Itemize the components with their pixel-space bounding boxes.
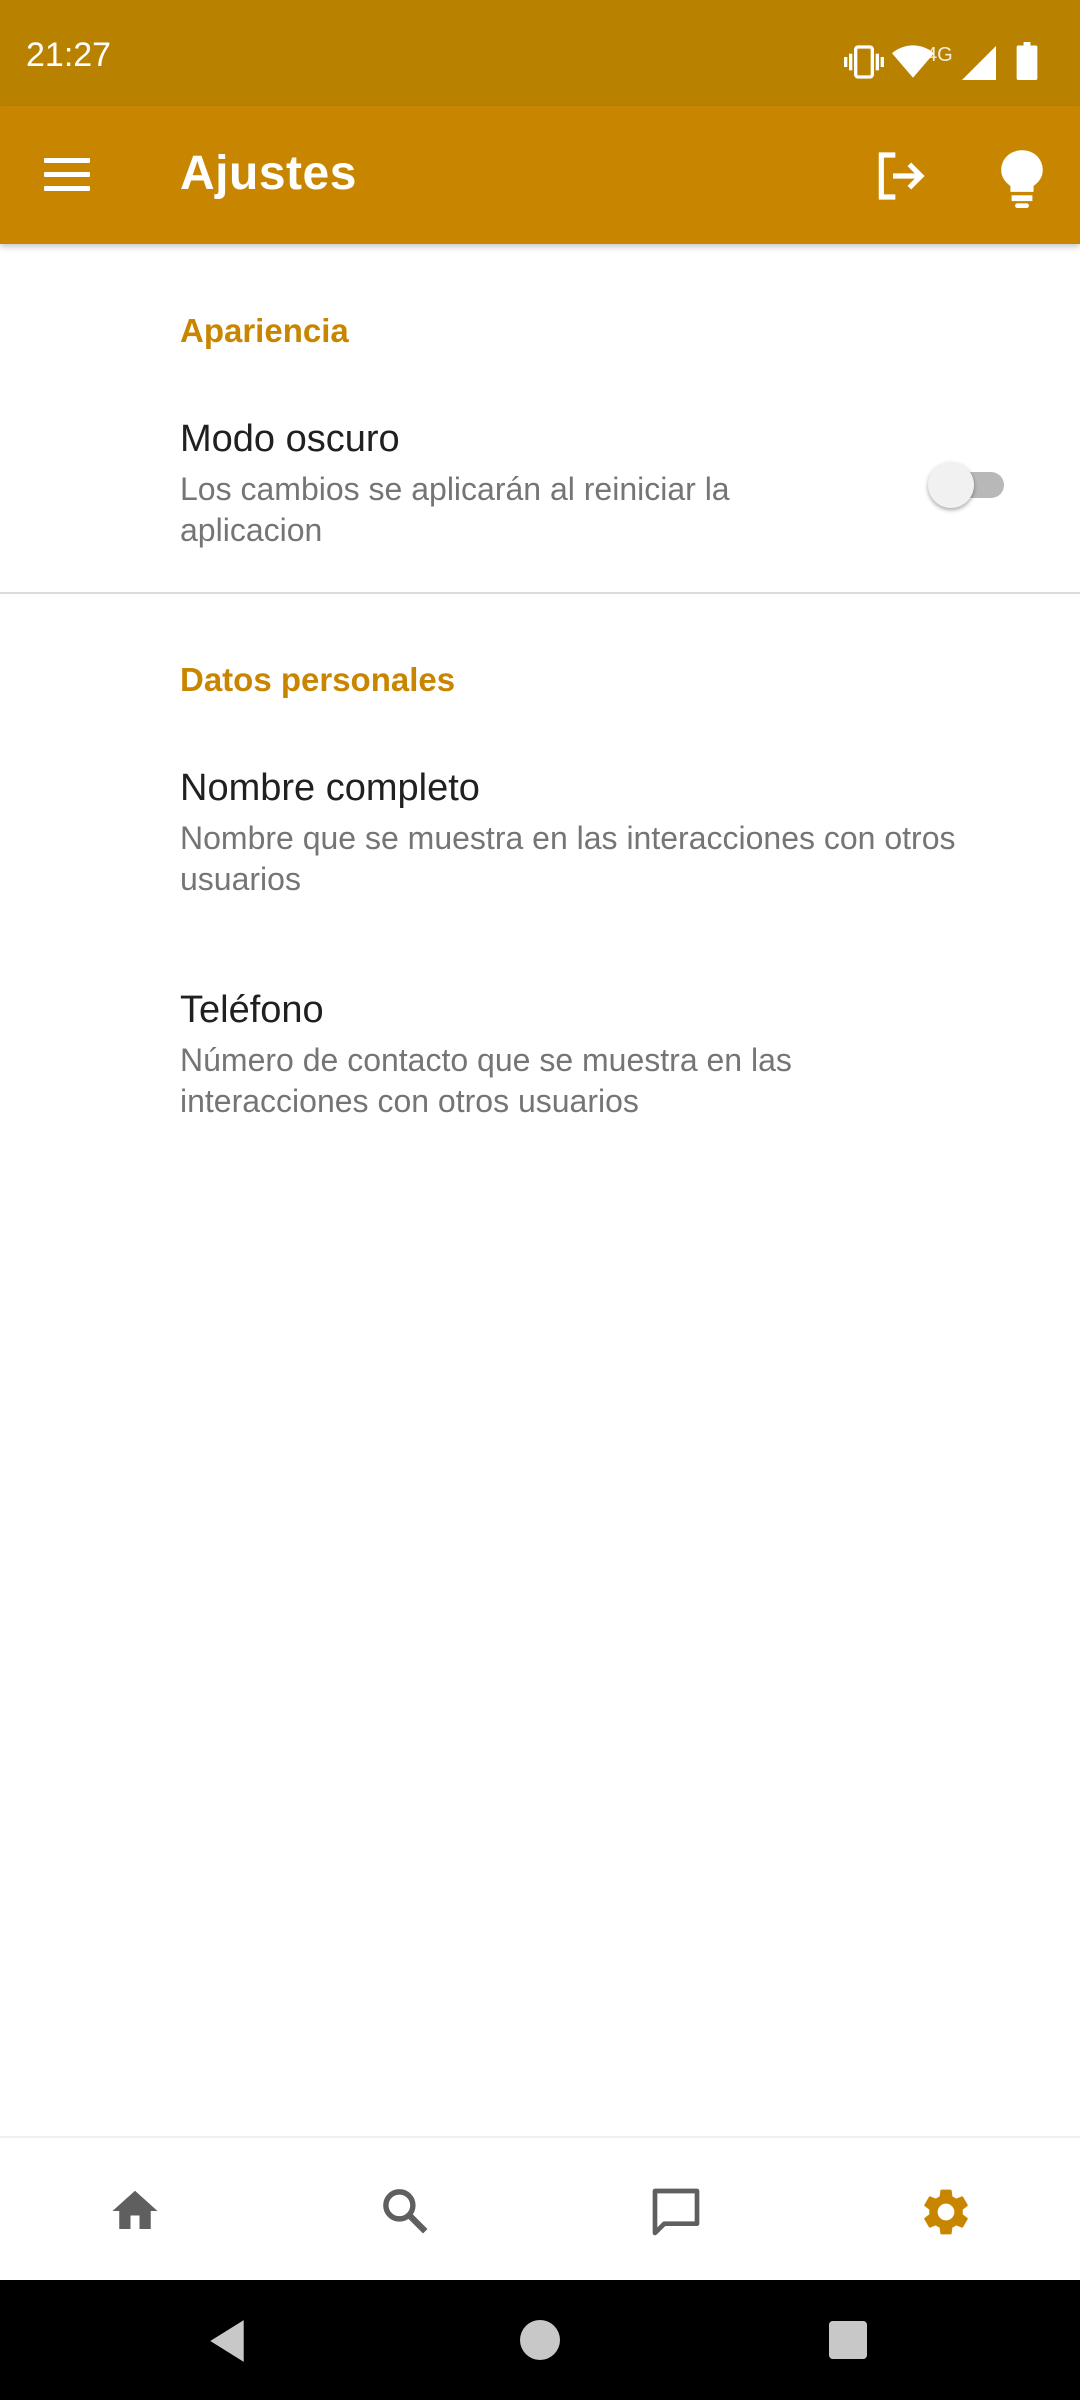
chat-icon [652,2188,700,2236]
phone-title: Teléfono [180,989,324,1031]
section-title-appearance: Apariencia [180,312,349,349]
nav-search[interactable] [270,2138,540,2282]
status-icons: 4G [820,0,1080,106]
status-bar: 21:27 4G [0,0,1080,106]
app-bar: Ajustes [0,106,1080,244]
dark-mode-summary: Los cambios se aplicarán al reiniciar la… [180,471,730,548]
home-icon [112,2190,158,2229]
toggle-thumb [928,462,974,508]
page-title: Ajustes [180,147,357,200]
nav-settings[interactable] [810,2138,1080,2282]
search-icon [383,2189,428,2234]
logout-icon[interactable] [872,148,928,204]
nav-home[interactable] [0,2138,270,2282]
network-label: 4G [926,44,953,66]
lightbulb-icon[interactable] [994,148,1050,208]
dark-mode-toggle[interactable] [926,456,1016,512]
section-title-personal-data: Datos personales [180,661,456,698]
settings-icon [924,2189,968,2235]
system-navigation-bar [0,2280,1080,2400]
recents-button[interactable] [829,2321,867,2359]
full-name-title: Nombre completo [180,767,480,809]
home-button[interactable] [520,2320,560,2360]
menu-icon[interactable] [44,156,94,194]
cell-signal-icon [962,46,996,80]
section-divider [0,592,1080,594]
phone-summary: Número de contacto que se muestra en las… [180,1042,792,1119]
status-time: 21:27 [26,36,112,74]
vibrate-icon [844,45,884,79]
dark-mode-title: Modo oscuro [180,418,400,460]
battery-icon [1016,42,1038,80]
nav-chat[interactable] [540,2138,810,2282]
back-button[interactable] [206,2318,248,2364]
bottom-navigation [0,2136,1080,2282]
full-name-summary: Nombre que se muestra en las interaccion… [180,820,956,897]
